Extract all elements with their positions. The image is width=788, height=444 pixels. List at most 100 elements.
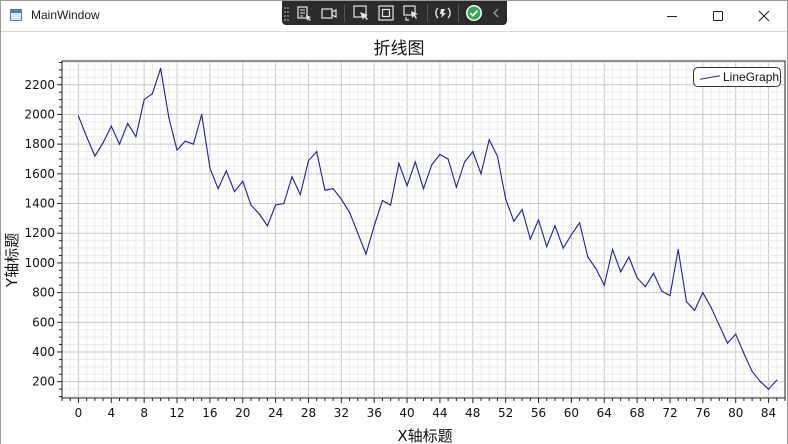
- data-point: [702, 291, 704, 294]
- close-icon: [758, 10, 770, 22]
- data-point: [422, 188, 425, 190]
- y-tick-label: 1200: [24, 226, 55, 240]
- y-tick-label: 400: [32, 345, 55, 359]
- x-tick-label: 36: [367, 406, 382, 420]
- data-point: [636, 277, 638, 279]
- data-point: [562, 247, 564, 249]
- video-icon[interactable]: [320, 4, 338, 22]
- collapse-icon[interactable]: [489, 4, 503, 22]
- y-tick-label: 800: [32, 286, 55, 300]
- x-tick-label: 32: [334, 406, 349, 420]
- data-point: [365, 253, 367, 255]
- data-point: [677, 248, 679, 251]
- x-tick-label: 0: [75, 406, 83, 420]
- chart-title: 折线图: [374, 39, 425, 59]
- line-chart: 折线图 200400600800100012001400160018002000…: [3, 39, 786, 444]
- data-point: [381, 199, 384, 202]
- data-point: [570, 234, 572, 236]
- x-tick-label: 24: [268, 406, 283, 420]
- data-point: [480, 173, 482, 175]
- data-point: [414, 161, 416, 163]
- data-point: [357, 232, 359, 234]
- y-tick-label: 2200: [24, 78, 55, 92]
- data-point: [316, 150, 318, 153]
- data-point: [767, 388, 770, 390]
- data-point: [307, 159, 310, 162]
- series-line-linegraph: [77, 68, 778, 390]
- data-point: [242, 180, 244, 182]
- data-point: [217, 188, 219, 190]
- maximize-button[interactable]: [695, 1, 741, 31]
- data-point: [496, 155, 499, 157]
- y-tick-label: 600: [32, 315, 55, 329]
- data-point: [735, 333, 737, 335]
- x-tick-label: 76: [695, 406, 710, 420]
- y-tick-label: 2000: [24, 107, 55, 121]
- y-axis-title: Y轴标题: [3, 233, 21, 288]
- binding-failures-icon[interactable]: [465, 4, 483, 22]
- live-visual-tree-icon[interactable]: [295, 4, 313, 22]
- data-point: [661, 290, 663, 292]
- select-element-icon[interactable]: [352, 4, 370, 22]
- data-point: [579, 222, 581, 224]
- data-point: [192, 143, 195, 145]
- x-tick-label: 16: [202, 406, 217, 420]
- data-point: [348, 211, 351, 214]
- window-title: MainWindow: [31, 8, 100, 22]
- data-point: [201, 113, 203, 116]
- data-point: [135, 136, 137, 138]
- data-point: [250, 204, 252, 206]
- toolbar-separator: [427, 4, 428, 22]
- data-point: [431, 164, 433, 166]
- x-tick-label: 8: [140, 406, 148, 420]
- app-window-icon: [10, 9, 22, 21]
- data-point: [233, 191, 236, 193]
- data-point: [94, 155, 96, 157]
- data-point: [299, 194, 301, 196]
- data-point: [291, 176, 293, 178]
- data-point: [546, 245, 548, 248]
- data-point: [209, 167, 211, 169]
- hot-reload-icon[interactable]: [434, 4, 452, 22]
- data-point: [283, 202, 285, 205]
- data-point: [595, 268, 597, 270]
- data-point: [118, 143, 121, 145]
- data-point: [463, 161, 466, 163]
- track-focus-icon[interactable]: [402, 4, 420, 22]
- x-tick-label: 28: [301, 406, 316, 420]
- data-point: [710, 306, 712, 309]
- data-point: [266, 225, 268, 227]
- data-point: [406, 185, 408, 187]
- y-tick-label: 1800: [24, 137, 55, 151]
- x-tick-label: 60: [564, 406, 579, 420]
- x-tick-label: 52: [498, 406, 513, 420]
- y-tick-label: 1600: [24, 167, 55, 181]
- data-point: [447, 158, 449, 160]
- data-point: [159, 67, 162, 70]
- x-tick-label: 4: [107, 406, 115, 420]
- data-point: [644, 286, 646, 288]
- data-point: [127, 122, 129, 124]
- x-tick-label: 40: [399, 406, 414, 420]
- x-tick-label: 80: [728, 406, 743, 420]
- data-point: [332, 188, 334, 190]
- x-tick-label: 72: [662, 406, 677, 420]
- legend-entry-linegraph: LineGraph: [723, 70, 780, 84]
- grip-handle-icon[interactable]: [282, 4, 290, 22]
- y-tick-label: 200: [32, 375, 55, 389]
- data-point: [718, 324, 720, 326]
- data-point: [620, 271, 622, 273]
- close-button[interactable]: [741, 1, 787, 31]
- display-layout-adorners-icon[interactable]: [377, 4, 395, 22]
- data-point: [603, 284, 605, 286]
- data-point: [776, 379, 778, 381]
- data-point: [529, 238, 531, 240]
- data-point: [587, 256, 589, 258]
- x-axis-title: X轴标题: [397, 427, 452, 444]
- data-point: [439, 153, 441, 156]
- data-point: [472, 150, 474, 153]
- data-point: [669, 294, 671, 297]
- title-bar[interactable]: MainWindow: [1, 1, 787, 31]
- data-point: [726, 342, 729, 344]
- minimize-button[interactable]: [649, 1, 695, 31]
